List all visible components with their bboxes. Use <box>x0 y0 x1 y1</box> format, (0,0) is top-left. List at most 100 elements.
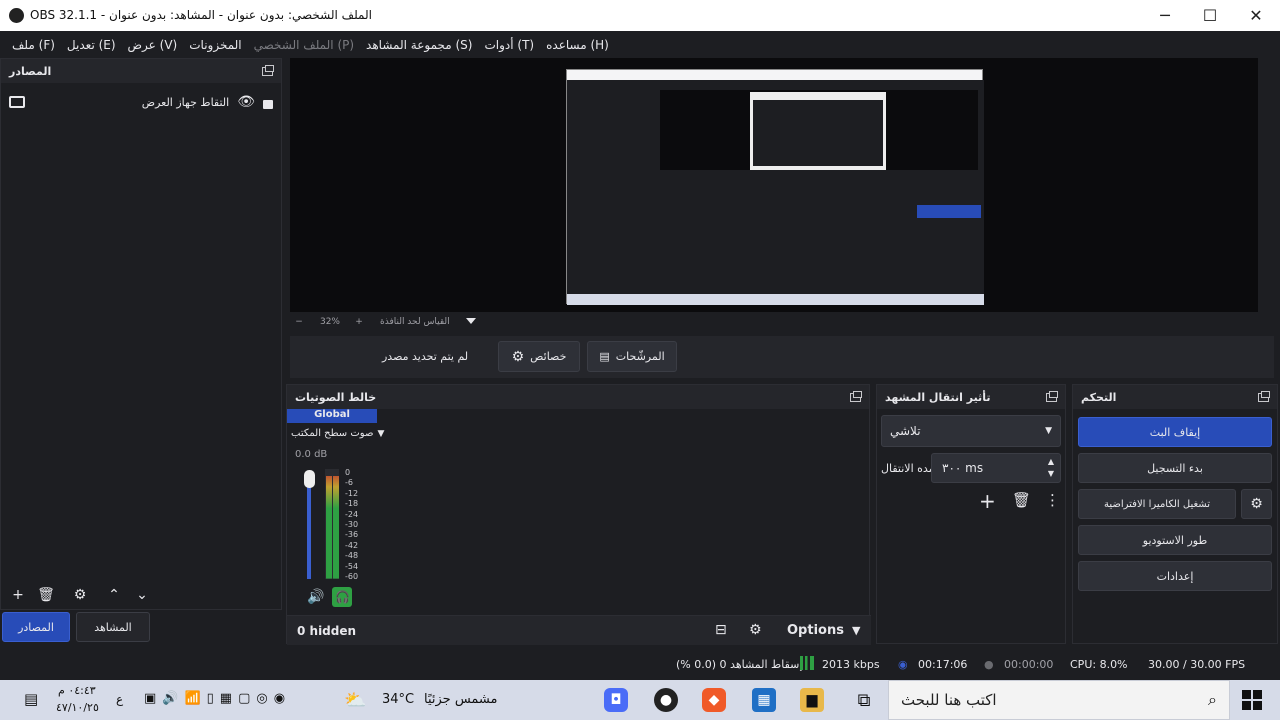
chevron-down-icon[interactable]: ⌄ <box>129 583 155 607</box>
maximize-button[interactable]: ☐ <box>1187 0 1233 31</box>
weather-icon[interactable]: ⛅ <box>344 690 366 711</box>
menu-docks[interactable]: المخزونات <box>183 38 247 52</box>
tab-sources[interactable]: المصادر <box>2 612 70 642</box>
duration-spinbox[interactable]: ٣٠٠ ms ▲ ▼ <box>931 453 1061 483</box>
meter-scale-label: -54 <box>345 561 359 571</box>
stop-streaming-button[interactable]: إيقاف البث <box>1078 417 1272 447</box>
float-dock-icon[interactable] <box>1258 390 1270 402</box>
record-time: 00:00:00 <box>1004 657 1054 671</box>
transitions-dock: تأثير انتقال المشهد تلاشي ▼ مده الانتقال… <box>876 384 1066 644</box>
menu-profile[interactable]: الملف الشخصي (P) <box>248 38 360 52</box>
windows-start-icon[interactable] <box>1242 690 1262 710</box>
speaker-icon[interactable]: 🔊 <box>307 589 324 605</box>
menu-edit[interactable]: تعديل (E) <box>61 38 122 52</box>
taskbar: اكتب هنا للبحث ⌕ ⧉ ▆ ▦ ◆ ● ◘ ⛅ 34°C مشمس… <box>0 680 1280 720</box>
transition-type-select[interactable]: تلاشي ▼ <box>881 415 1061 447</box>
meter-scale-label: -42 <box>345 540 359 550</box>
menu-view[interactable]: عرض (V) <box>122 38 184 52</box>
store-icon[interactable]: ▦ <box>752 688 776 712</box>
file-explorer-icon[interactable]: ▆ <box>800 688 824 712</box>
preview-canvas[interactable] <box>290 58 1258 312</box>
zoom-minus-button[interactable]: − <box>290 317 308 327</box>
system-tray-icons[interactable]: ▣🔊📶▯▦▢◎◉ <box>144 691 291 706</box>
gear-icon[interactable]: ⚙ <box>1241 489 1272 519</box>
zoom-level: 32% <box>319 317 340 327</box>
dropped-frames: إسقاط المشاهد 0 (0.0 %) <box>676 657 803 671</box>
zoom-plus-button[interactable]: + <box>352 317 366 327</box>
add-source-icon[interactable]: + <box>5 583 31 607</box>
zoom-fit-label[interactable]: القياس لحد النافذة <box>380 317 450 327</box>
add-transition-icon[interactable]: + <box>979 489 996 513</box>
weather-text[interactable]: مشمس جزئيًا <box>424 692 498 707</box>
title-bar: OBS 32.1.1 - الملف الشخصي: بدون عنوان - … <box>0 0 1280 31</box>
obs-taskbar-icon[interactable]: ● <box>654 688 678 712</box>
filter-icon: ▤ <box>599 350 610 363</box>
gear-icon[interactable]: ⚙ <box>67 583 93 607</box>
tab-scenes[interactable]: المشاهد <box>76 612 150 642</box>
meter-scale-label: -12 <box>345 488 359 498</box>
source-item-label: التقاط جهاز العرض <box>141 95 230 109</box>
volume-slider-handle[interactable] <box>304 470 315 488</box>
meter-scale-label: -30 <box>345 520 359 529</box>
properties-button[interactable]: ⚙ خصائص <box>498 341 580 372</box>
taskbar-search-box[interactable]: اكتب هنا للبحث ⌕ <box>888 680 1230 720</box>
audio-channel-name[interactable]: صوت سطح المكتب ▼ <box>291 428 384 439</box>
weather-temp[interactable]: 34°C <box>382 692 414 707</box>
controls-title: التحكم <box>1081 390 1117 404</box>
menu-bar: ملف (F) تعديل (E) عرض (V) المخزونات المل… <box>0 31 1280 58</box>
menu-tools[interactable]: أدوات (T) <box>478 38 540 52</box>
eye-icon[interactable]: 👁 <box>237 94 255 110</box>
spin-arrows-icon[interactable]: ▲ ▼ <box>1048 456 1060 480</box>
trash-icon[interactable]: 🗑 <box>1012 491 1031 509</box>
menu-file[interactable]: ملف (F) <box>6 38 61 52</box>
minimize-button[interactable]: ─ <box>1142 0 1188 31</box>
meter-scale-label: -18 <box>345 499 359 509</box>
gear-icon[interactable]: ⚙ <box>749 622 762 638</box>
volume-slider-track[interactable] <box>307 473 311 579</box>
mixer-title: خالط الصوتيات <box>295 390 377 404</box>
record-icon: ● <box>984 657 994 671</box>
bitrate: 2013 kbps <box>822 657 880 671</box>
brave-browser-icon[interactable]: ◆ <box>702 688 726 712</box>
duration-value: ٣٠٠ ms <box>942 461 984 475</box>
input-language[interactable]: ع <box>116 692 123 706</box>
obs-logo-icon <box>9 8 24 23</box>
close-button[interactable]: ✕ <box>1233 0 1279 31</box>
settings-button[interactable]: إعدادات <box>1078 561 1272 591</box>
menu-scene-collection[interactable]: مجموعة المشاهد (S) <box>360 38 478 52</box>
caret-down-icon: ▼ <box>851 624 861 637</box>
hidden-count[interactable]: 0 hidden <box>297 624 356 638</box>
float-dock-icon[interactable] <box>262 64 274 76</box>
signal-icon <box>800 656 814 670</box>
task-view-icon[interactable]: ⧉ <box>852 688 876 712</box>
audio-meter <box>325 469 339 579</box>
zoom-dropdown-icon[interactable] <box>466 318 476 324</box>
lock-icon[interactable] <box>263 99 273 109</box>
more-options-icon[interactable]: ⋮ <box>1045 491 1060 509</box>
notification-icon[interactable]: ▤ <box>24 690 38 708</box>
layout-icon[interactable]: ⊟ <box>715 622 727 638</box>
transitions-title: تأثير انتقال المشهد <box>885 390 991 404</box>
menu-help[interactable]: مساعده (H) <box>540 38 615 52</box>
studio-mode-button[interactable]: طور الاستوديو <box>1078 525 1272 555</box>
clock-time[interactable]: ٠٤:٤٣ م <box>58 684 96 697</box>
start-recording-button[interactable]: بدء التسجيل <box>1078 453 1272 483</box>
meter-scale-label: -60 <box>345 572 359 581</box>
virtual-camera-button[interactable]: تشغيل الكاميرا الافتراضية <box>1078 489 1236 519</box>
options-button[interactable]: Options ▼ <box>787 623 860 638</box>
trash-icon[interactable]: 🗑 <box>33 583 59 607</box>
clock-date[interactable]: ٤٧/١٠/٢٥ <box>56 701 99 714</box>
filters-button[interactable]: ▤ المرشّحات <box>587 341 677 372</box>
float-dock-icon[interactable] <box>850 390 862 402</box>
source-item[interactable]: التقاط جهاز العرض 👁 <box>9 93 273 111</box>
global-tab[interactable]: Global <box>287 409 377 423</box>
sources-dock: المصادر التقاط جهاز العرض 👁 + 🗑 ⚙ ⌃ ⌄ <box>0 58 282 610</box>
search-placeholder: اكتب هنا للبحث <box>901 691 997 709</box>
headphones-icon[interactable]: 🎧 <box>332 587 353 607</box>
app-taskbar-icon[interactable]: ◘ <box>604 688 628 712</box>
audio-mixer-dock: خالط الصوتيات Global صوت سطح المكتب ▼ 0.… <box>286 384 871 645</box>
float-dock-icon[interactable] <box>1046 390 1058 402</box>
monitor-icon <box>9 96 25 108</box>
chevron-up-icon[interactable]: ⌃ <box>101 583 127 607</box>
gear-icon: ⚙ <box>511 348 525 365</box>
